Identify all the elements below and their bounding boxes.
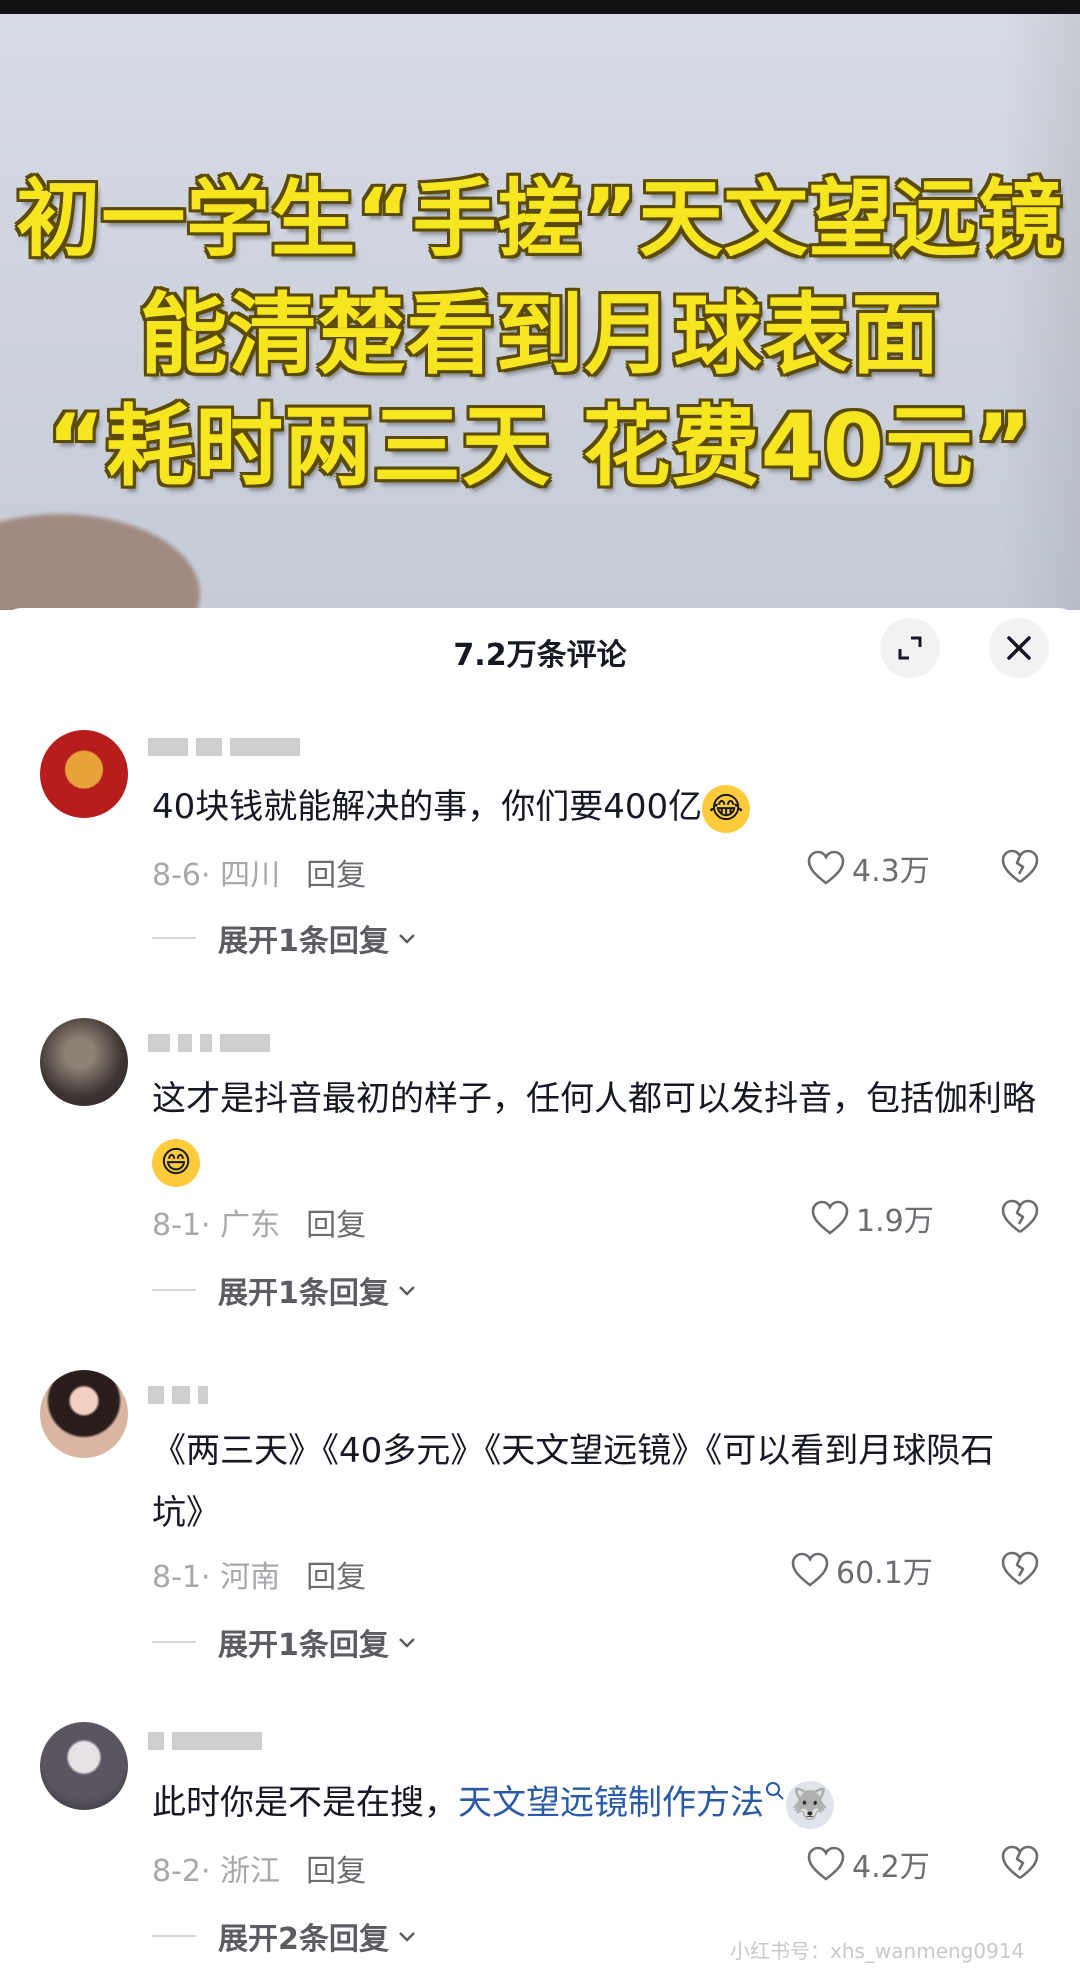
comment-meta: 8-6· 四川 回复 [152, 850, 366, 894]
username-blurred[interactable] [148, 1032, 278, 1062]
reply-button[interactable]: 回复 [306, 1560, 366, 1595]
avatar[interactable] [40, 1018, 128, 1106]
broken-heart-icon [1001, 1199, 1039, 1234]
comment-meta: 8-1· 广东 回复 [152, 1200, 366, 1244]
like-count: 60.1万 [836, 1556, 933, 1591]
comment-text: 这才是抖音最初的样子，任何人都可以发抖音，包括伽利略😄 [152, 1068, 1042, 1192]
username-blurred[interactable] [148, 1730, 270, 1760]
chevron-down-icon [398, 1932, 415, 1942]
date-location: 8-6· 四川 [152, 858, 281, 893]
comment-meta: 8-1· 河南 回复 [152, 1552, 366, 1596]
date-location: 8-1· 广东 [152, 1208, 281, 1243]
dislike-button[interactable] [1000, 1844, 1040, 1886]
chevron-down-icon [398, 1638, 415, 1648]
video-background-shape [0, 514, 200, 610]
username-blurred[interactable] [148, 1384, 216, 1414]
video-headline-line-2: 能清楚看到月球表面 [139, 283, 941, 386]
broken-heart-icon [1001, 1845, 1039, 1880]
like-count: 1.9万 [856, 1204, 934, 1239]
expand-replies-label: 展开1条回复 [218, 1628, 389, 1663]
like-button[interactable]: 4.3万 [806, 846, 930, 890]
grin-emoji-icon: 😄 [152, 1138, 200, 1187]
heart-icon [807, 850, 845, 885]
expand-replies-label: 展开1条回复 [218, 1276, 389, 1311]
video-frame[interactable]: 初一学生“手搓”天文望远镜 能清楚看到月球表面 “耗时两三天 花费40元” [0, 14, 1080, 610]
watermark: 小红书号：xhs_wanmeng0914 [730, 1939, 1025, 1963]
broken-heart-icon [1001, 849, 1039, 884]
expand-replies[interactable]: 展开2条回复 [152, 1914, 419, 1958]
like-button[interactable]: 60.1万 [790, 1548, 933, 1592]
reply-button[interactable]: 回复 [306, 858, 366, 893]
dislike-button[interactable] [1000, 848, 1040, 890]
avatar[interactable] [40, 1722, 128, 1810]
broken-heart-icon [1001, 1551, 1039, 1586]
date-location: 8-1· 河南 [152, 1560, 281, 1595]
heart-icon [791, 1552, 829, 1587]
close-button[interactable] [989, 618, 1049, 678]
username-blurred[interactable] [148, 736, 308, 766]
like-count: 4.3万 [852, 854, 930, 889]
avatar[interactable] [40, 1370, 128, 1458]
search-link[interactable]: 天文望远镜制作方法 [458, 1783, 764, 1823]
video-headline-line-3: “耗时两三天 花费40元” [47, 395, 1033, 498]
comment-text: 此时你是不是在搜，天文望远镜制作方法 🐺 [152, 1772, 1042, 1834]
comment-text: 40块钱就能解决的事，你们要400亿 😂 [152, 776, 1042, 838]
reply-button[interactable]: 回复 [306, 1854, 366, 1889]
search-icon [766, 1782, 784, 1800]
expand-replies-label: 展开2条回复 [218, 1922, 389, 1957]
husky-emoji-icon: 🐺 [786, 1780, 834, 1829]
like-count: 4.2万 [852, 1850, 930, 1885]
laughing-tears-emoji-icon: 😂 [702, 784, 751, 833]
like-button[interactable]: 1.9万 [810, 1196, 934, 1240]
close-icon [1007, 636, 1031, 660]
reply-button[interactable]: 回复 [306, 1208, 366, 1243]
dislike-button[interactable] [1000, 1198, 1040, 1240]
comment-meta: 8-2· 浙江 回复 [152, 1846, 366, 1890]
expand-button[interactable] [880, 618, 940, 678]
heart-icon [807, 1846, 845, 1881]
expand-replies[interactable]: 展开1条回复 [152, 1268, 419, 1312]
comment-text: 《两三天》《40多元》《天文望远镜》《可以看到月球陨石坑》 [152, 1431, 995, 1533]
dislike-button[interactable] [1000, 1550, 1040, 1592]
expand-replies[interactable]: 展开1条回复 [152, 916, 419, 960]
like-button[interactable]: 4.2万 [806, 1842, 930, 1886]
avatar[interactable] [40, 730, 128, 818]
status-bar [0, 0, 1080, 14]
expand-replies-label: 展开1条回复 [218, 924, 389, 959]
chevron-down-icon [398, 934, 415, 944]
date-location: 8-2· 浙江 [152, 1854, 281, 1889]
expand-icon [898, 636, 922, 660]
chevron-down-icon [398, 1286, 415, 1296]
expand-replies[interactable]: 展开1条回复 [152, 1620, 419, 1664]
heart-icon [811, 1200, 849, 1235]
video-headline-line-1: 初一学生“手搓”天文望远镜 [16, 170, 1064, 268]
